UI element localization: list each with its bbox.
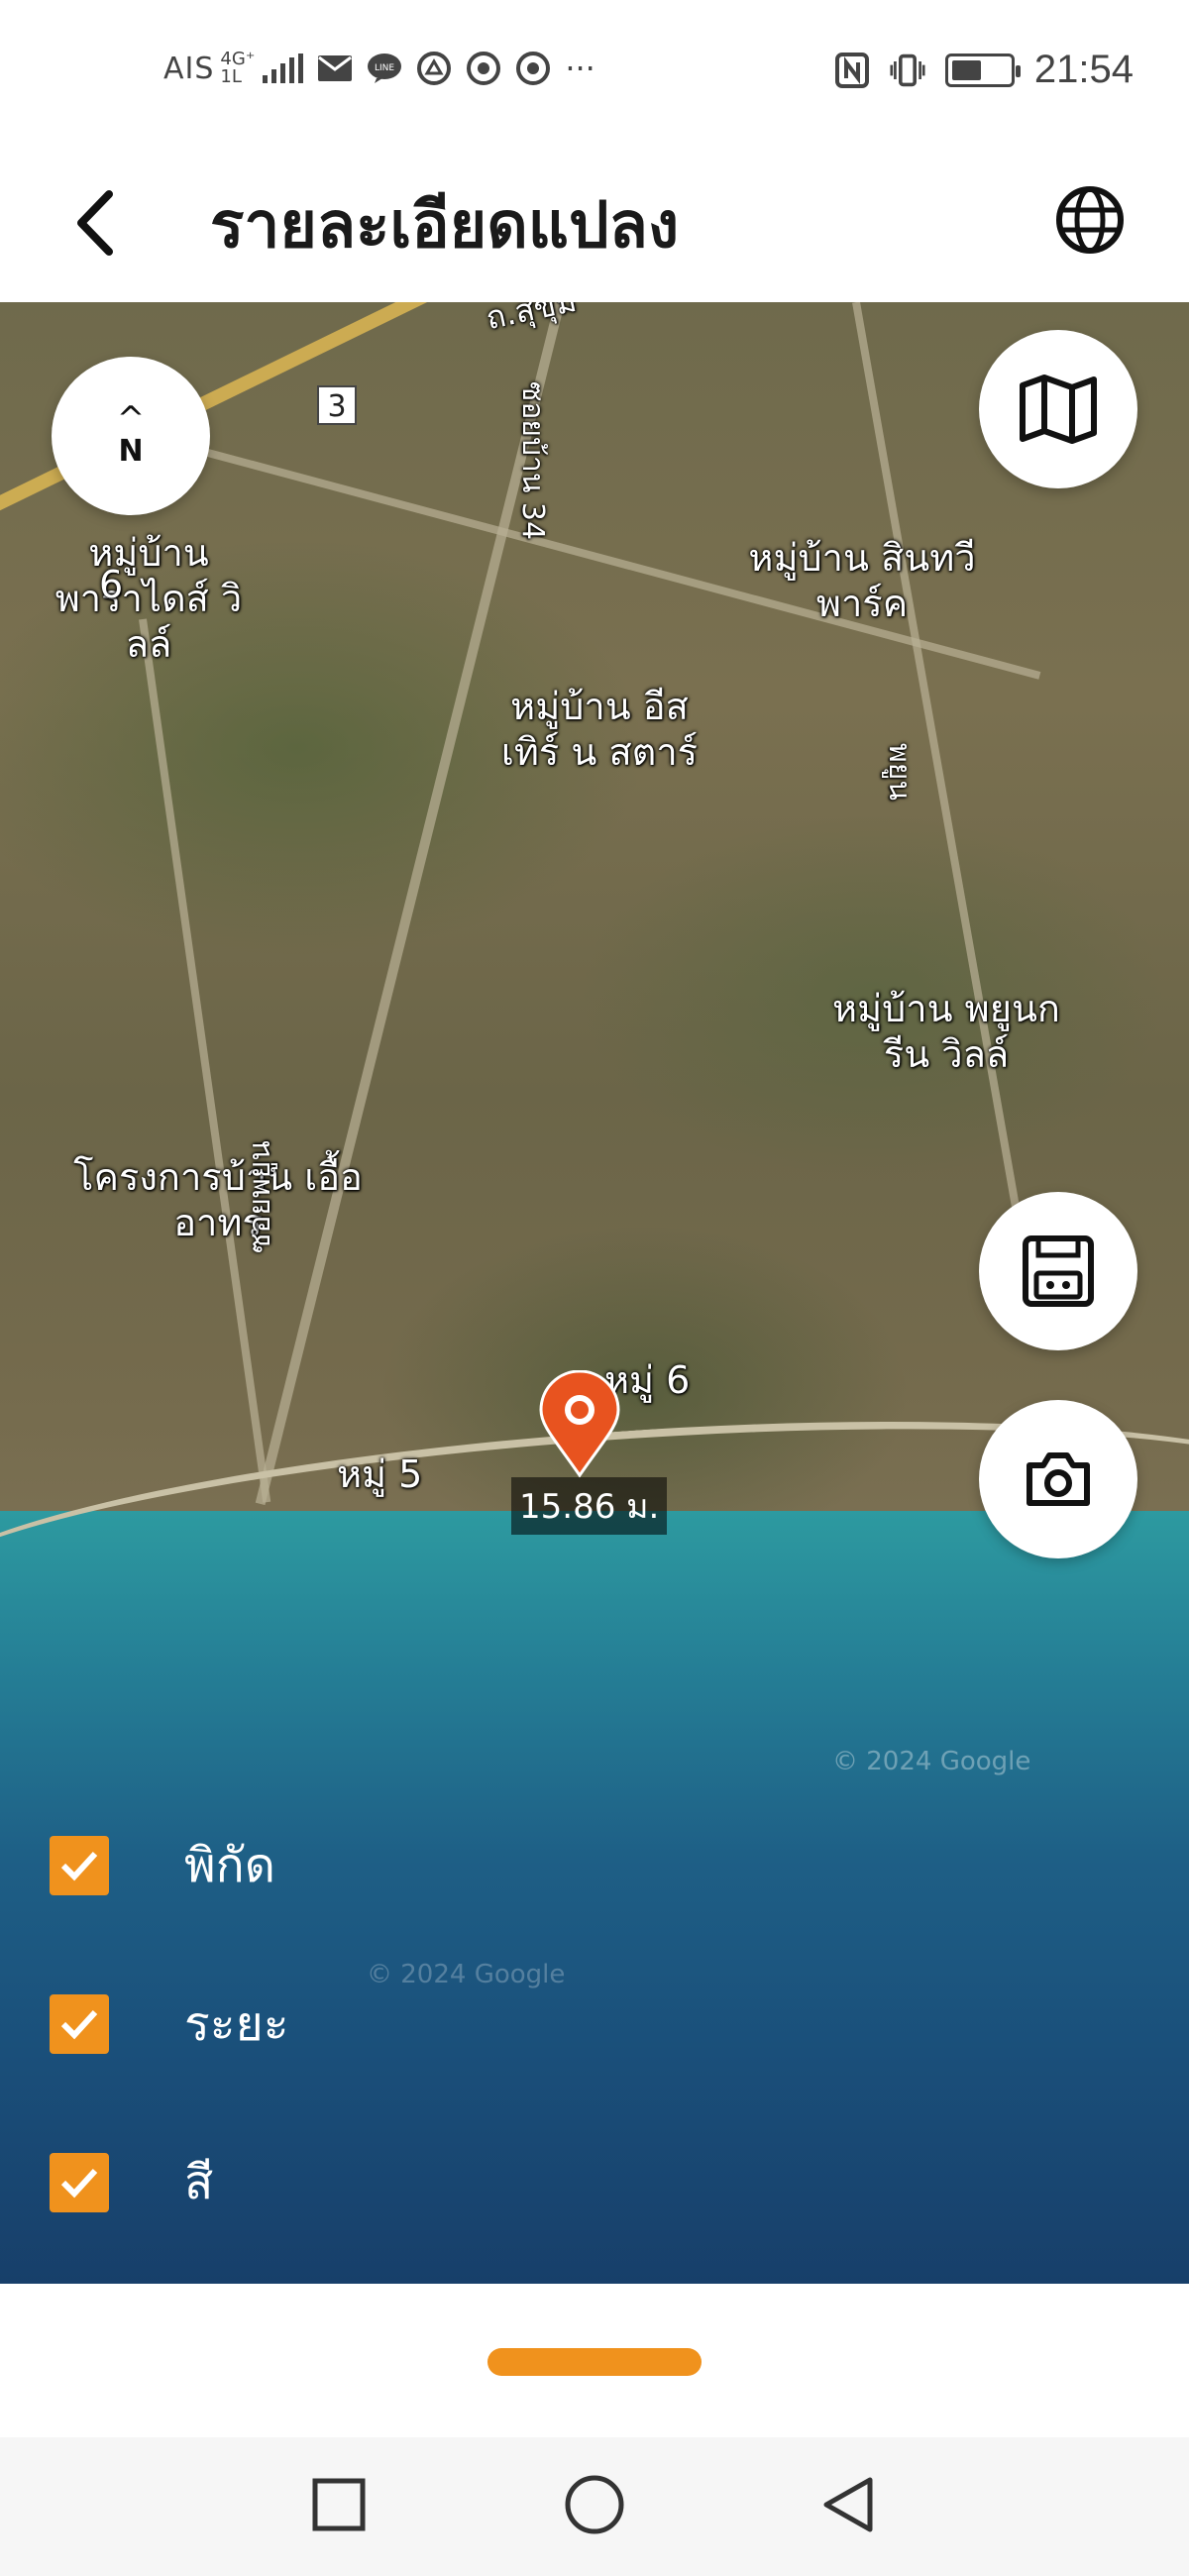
save-button[interactable] <box>979 1192 1137 1350</box>
back-button[interactable] <box>59 178 129 268</box>
home-button[interactable] <box>555 2465 634 2544</box>
checkbox-checked[interactable] <box>50 1836 109 1895</box>
option-label: สี <box>184 2155 214 2210</box>
check-icon <box>60 1851 98 1881</box>
status-left: AIS 4G⁺ 1L LINE ··· <box>163 50 595 87</box>
check-icon <box>60 2009 98 2040</box>
recents-button[interactable] <box>299 2465 378 2544</box>
clock: 21:54 <box>1033 48 1134 91</box>
nfc-icon <box>834 52 870 88</box>
map-icon <box>1020 375 1097 444</box>
status-bar: AIS 4G⁺ 1L LINE ··· 21:54 <box>0 0 1189 139</box>
option-distance[interactable]: ระยะ <box>50 1986 288 2062</box>
map-layer-button[interactable] <box>979 330 1137 488</box>
option-label: พิกัด <box>184 1838 275 1893</box>
triangle-back-icon <box>823 2477 873 2532</box>
route-shield: 3 <box>317 385 357 425</box>
map-label: ถ.สุขุม <box>483 302 580 338</box>
square-icon <box>312 2478 366 2531</box>
checkbox-checked[interactable] <box>50 1994 109 2054</box>
map-label: หมู่บ้าน พาราไดส์ วิลล์ <box>54 531 243 666</box>
globe-icon <box>1056 186 1124 254</box>
map-label: ซอยบ้าน 34 <box>515 381 550 541</box>
battery-fill <box>951 59 981 80</box>
map-label: พยูน <box>882 743 917 801</box>
chrome-icon <box>515 51 551 86</box>
camera-button[interactable] <box>979 1400 1137 1558</box>
map-label: 6 <box>99 563 124 606</box>
status-right: 21:54 <box>834 48 1134 92</box>
compass-north-label: N <box>118 433 144 469</box>
battery-icon <box>944 53 1021 87</box>
road <box>139 618 271 1503</box>
svg-text:LINE: LINE <box>375 63 394 73</box>
chrome-icon <box>466 51 501 86</box>
compass-button[interactable]: ^ N <box>52 357 210 515</box>
network-type: 4G⁺ 1L <box>220 49 256 87</box>
map-label: หมู่บ้าน พยูนกรีน วิลล์ <box>832 987 1060 1076</box>
chevron-left-icon <box>77 190 113 256</box>
map-label: หมู่ 5 <box>337 1452 423 1496</box>
signal-icon <box>263 54 304 83</box>
option-label: ระยะ <box>184 1996 289 2052</box>
google-watermark: © 2024 Google <box>832 1747 1031 1776</box>
map-label: โครงการบ้าน เอื้ออาทร <box>73 1155 363 1244</box>
option-color[interactable]: สี <box>50 2145 213 2220</box>
marker-distance-label: 15.86 ม. <box>511 1477 668 1535</box>
checkbox-checked[interactable] <box>50 2153 109 2212</box>
carrier-label: AIS <box>163 51 215 86</box>
app-icon <box>416 51 452 86</box>
line-icon: LINE <box>367 51 402 86</box>
more-icon: ··· <box>565 50 595 87</box>
system-nav-bar <box>0 2437 1189 2576</box>
check-icon <box>60 2168 98 2199</box>
circle-icon <box>565 2475 624 2534</box>
camera-icon <box>1027 1452 1090 1506</box>
map-label: ซอยพยูน <box>243 1140 277 1253</box>
location-pin-icon[interactable] <box>535 1369 624 1479</box>
language-button[interactable] <box>1040 170 1139 269</box>
map-label: หมู่บ้าน อีสเทิร์ น สตาร์ <box>500 685 699 774</box>
google-watermark: © 2024 Google <box>367 1960 566 1989</box>
sheet-drag-handle[interactable] <box>487 2348 702 2376</box>
back-nav-button[interactable] <box>809 2465 888 2544</box>
floppy-icon <box>1023 1235 1094 1307</box>
vibrate-icon <box>890 53 925 88</box>
mail-icon <box>317 51 353 86</box>
option-coordinates[interactable]: พิกัด <box>50 1828 275 1903</box>
map-label: หมู่บ้าน สินทวี พาร์ค <box>748 536 976 625</box>
app-header: รายละเอียดแปลง <box>0 139 1189 302</box>
compass-arrow-icon: ^ <box>116 398 146 439</box>
satellite-map[interactable]: ถ.สุขุม 3 หมู่บ้าน พาราไดส์ วิลล์ 6 หมู่… <box>0 302 1189 2284</box>
page-title: รายละเอียดแปลง <box>210 189 680 263</box>
